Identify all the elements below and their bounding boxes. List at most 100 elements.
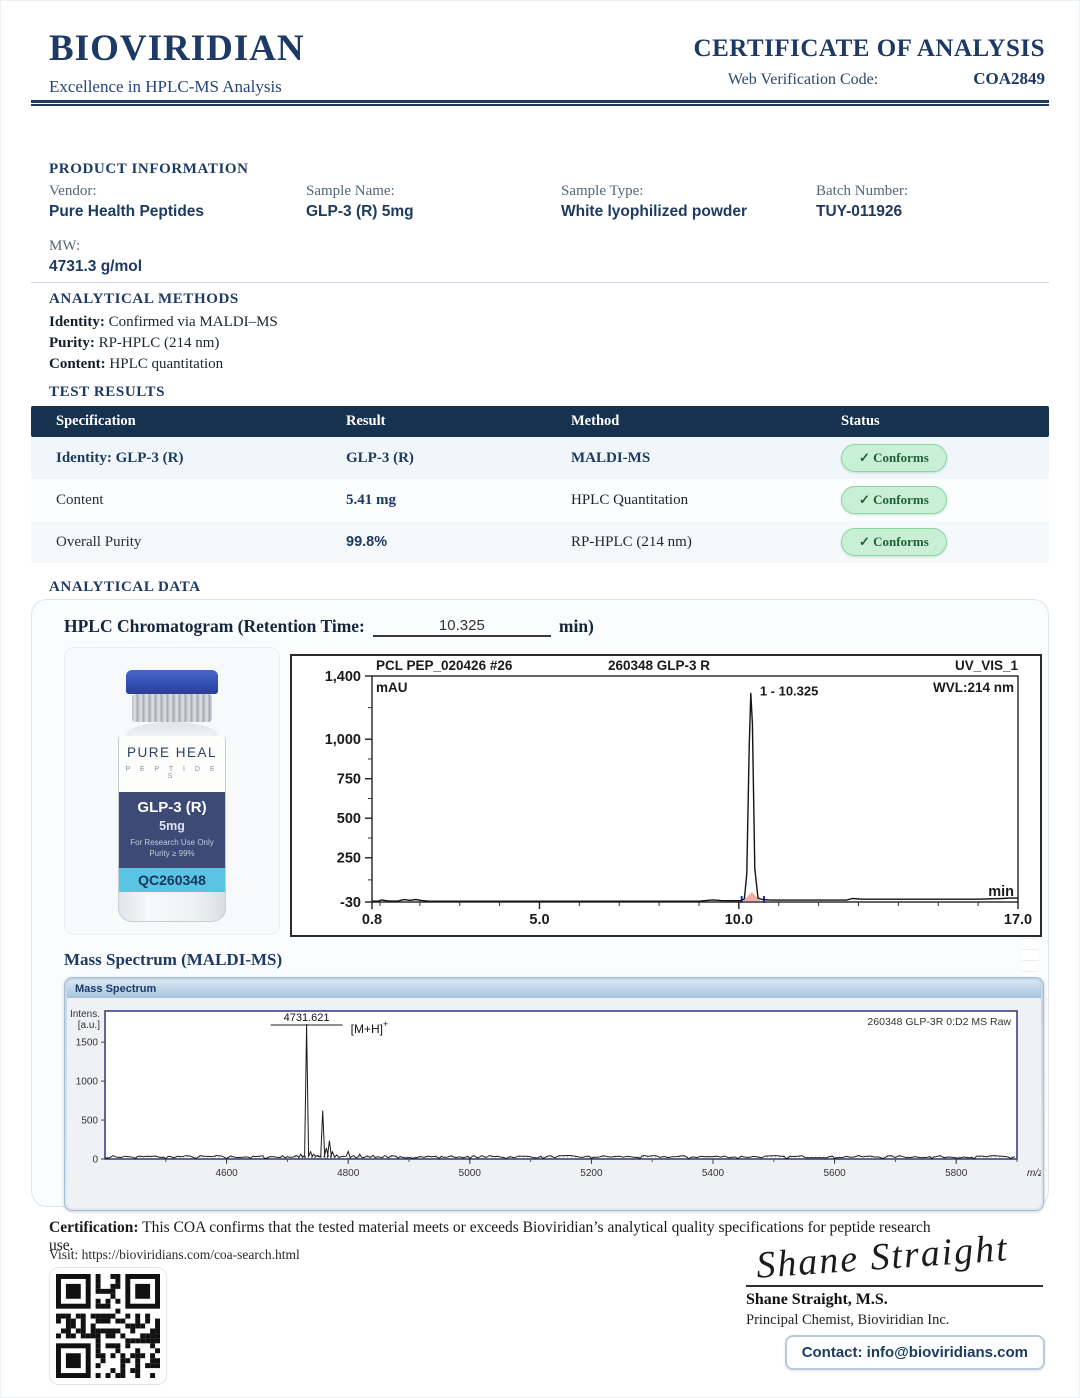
test-results-heading: TEST RESULTS (49, 384, 166, 400)
vial-shoulder (125, 722, 219, 736)
cell-status: ✓ Conforms (816, 486, 1049, 514)
certification-label: Certification: (49, 1219, 139, 1236)
field-batch-number: Batch Number: TUY-011926 (816, 183, 1046, 221)
table-row: Content 5.41 mg HPLC Quantitation ✓ Conform… (31, 479, 1049, 521)
svg-text:10.0: 10.0 (725, 912, 753, 928)
method-value: HPLC quantitation (109, 356, 224, 372)
field-sample-name: Sample Name: GLP-3 (R) 5mg (306, 183, 561, 221)
method-purity: Purity: RP-HPLC (214 nm) (49, 333, 278, 354)
svg-text:[a.u.]: [a.u.] (78, 1020, 100, 1031)
vial-research-line: For Research Use Only (130, 838, 214, 847)
svg-text:5400: 5400 (702, 1168, 725, 1179)
vial-cap (126, 670, 218, 694)
analytical-methods-list: Identity: Confirmed via MALDI–MS Purity:… (49, 312, 278, 375)
svg-text:1000: 1000 (76, 1077, 99, 1088)
cell-status: ✓ Conforms (816, 444, 1049, 472)
field-value: 4731.3 g/mol (49, 258, 143, 275)
product-info-heading: PRODUCT INFORMATION (49, 161, 249, 177)
field-vendor: Vendor: Pure Health Peptides (49, 183, 306, 221)
svg-text:1500: 1500 (76, 1038, 99, 1049)
contact-button[interactable]: Contact: info@bioviridians.com (784, 1335, 1045, 1370)
svg-text:5000: 5000 (459, 1168, 482, 1179)
product-vial-image: PURE HEAL P E P T I D E S GLP-3 (R) 5mg … (64, 647, 280, 935)
field-value: White lyophilized powder (561, 203, 747, 220)
svg-text:500: 500 (337, 811, 361, 827)
method-content: Content: HPLC quantitation (49, 354, 278, 375)
svg-text:5.0: 5.0 (529, 912, 549, 928)
vial-product-name: GLP-3 (R) (137, 799, 207, 816)
table-row: Overall Purity 99.8% RP-HPLC (214 nm) ✓ Con… (31, 521, 1049, 563)
cell-method: HPLC Quantitation (571, 491, 689, 508)
field-label: Sample Type: (561, 183, 644, 199)
field-label: Batch Number: (816, 183, 909, 199)
coa-search-link[interactable]: Visit: https://bioviridians.com/coa-sear… (49, 1247, 300, 1263)
cell-specification: Overall Purity (56, 533, 142, 550)
svg-text:m/z: m/z (1027, 1168, 1041, 1179)
svg-text:UV_VIS_1: UV_VIS_1 (955, 658, 1019, 673)
svg-text:1,400: 1,400 (325, 669, 361, 685)
header-rule (31, 100, 1049, 106)
svg-text:0: 0 (92, 1155, 98, 1166)
method-label: Purity: (49, 335, 95, 351)
cell-result: 5.41 mg (346, 491, 396, 508)
verification-code: COA2849 (973, 69, 1045, 88)
hplc-chromatogram-svg: 0.8 5.0 10.0 17.0 1,400 1,000 750 500 250 -30 PCL … (325, 658, 1032, 928)
col-status: Status (841, 413, 880, 429)
svg-text:260348 GLP-3R 0:D2 MS Raw: 260348 GLP-3R 0:D2 MS Raw (867, 1016, 1011, 1028)
col-method: Method (571, 413, 620, 429)
status-badge: ✓ Conforms (841, 444, 947, 472)
analytical-data-card: HPLC Chromatogram (Retention Time: 10.32… (31, 599, 1049, 1211)
col-specification: Specification (56, 413, 136, 429)
status-badge: ✓ Conforms (841, 486, 947, 514)
cell-method: RP-HPLC (214 nm) (571, 533, 692, 550)
method-identity: Identity: Confirmed via MALDI–MS (49, 312, 278, 333)
mass-spectrum-window: Mass Spectrum Intens. [a.u.] 0 500 1000 1500 4… (64, 977, 1044, 1211)
field-label: Vendor: (49, 183, 97, 199)
svg-text:WVL:214 nm: WVL:214 nm (933, 680, 1014, 695)
vial-brand-text: PURE HEAL (126, 745, 218, 760)
qr-code-svg (56, 1274, 160, 1378)
svg-text:[M+H]+: [M+H]+ (351, 1019, 389, 1036)
field-value: GLP-3 (R) 5mg (306, 203, 414, 220)
vial-purity-line: Purity ≥ 99% (149, 849, 195, 858)
status-badge: ✓ Conforms (841, 528, 947, 556)
svg-text:1,000: 1,000 (325, 732, 361, 748)
svg-text:5600: 5600 (823, 1168, 846, 1179)
results-rows: Identity: GLP-3 (R) GLP-3 (R) MALDI-MS ✓ Co… (31, 437, 1049, 563)
cell-result: 99.8% (346, 534, 388, 550)
svg-text:250: 250 (337, 851, 361, 867)
method-label: Content: (49, 356, 106, 372)
method-value: RP-HPLC (214 nm) (98, 335, 220, 351)
company-logo: BIOVIRIDIAN (49, 28, 305, 69)
table-row: Identity: GLP-3 (R) GLP-3 (R) MALDI-MS ✓ Co… (31, 437, 1049, 479)
verification-row: Web Verification Code: COA2849 (728, 69, 1045, 89)
svg-text:17.0: 17.0 (1004, 912, 1032, 928)
results-table-header: Specification Result Method Status (31, 406, 1049, 437)
method-value: Confirmed via MALDI–MS (108, 314, 278, 330)
svg-text:750: 750 (337, 772, 361, 788)
cell-specification: Identity: GLP-3 (R) (56, 449, 184, 466)
hplc-chromatogram-plot: 0.8 5.0 10.0 17.0 1,400 1,000 750 500 250 -30 PCL … (290, 654, 1042, 937)
section-divider (31, 282, 1049, 283)
signature-rule (746, 1285, 1043, 1287)
vial-brand-subtext: P E P T I D E S (125, 766, 219, 780)
mass-spectrum-body: Intens. [a.u.] 0 500 1000 1500 4600 4800 5000 520… (67, 998, 1043, 1208)
qr-code (49, 1267, 167, 1385)
analytical-data-heading: ANALYTICAL DATA (49, 579, 201, 595)
col-result: Result (346, 413, 386, 429)
mass-spectrum-svg: Intens.[a.u.] 0 500 1000 1500 4600 4800 5000 520… (70, 1009, 1043, 1179)
svg-text:500: 500 (81, 1116, 98, 1127)
field-label: Sample Name: (306, 183, 395, 199)
results-table: Specification Result Method Status Ident… (31, 406, 1049, 563)
analytical-methods-heading: ANALYTICAL METHODS (49, 291, 239, 307)
retention-time-field[interactable]: 10.325 (372, 617, 551, 637)
mass-spectrum-titlebar: Mass Spectrum (67, 980, 1041, 998)
svg-text:0.8: 0.8 (362, 912, 382, 928)
svg-text:mAU: mAU (376, 680, 408, 695)
vial-dose: 5mg (159, 819, 185, 833)
svg-text:5800: 5800 (945, 1168, 968, 1179)
signer-title: Principal Chemist, Bioviridian Inc. (746, 1312, 950, 1328)
field-mw: MW: 4731.3 g/mol (49, 238, 142, 276)
svg-text:PCL PEP_020426 #26: PCL PEP_020426 #26 (376, 658, 513, 673)
hplc-chromatogram-heading: HPLC Chromatogram (Retention Time: 10.32… (64, 616, 594, 637)
